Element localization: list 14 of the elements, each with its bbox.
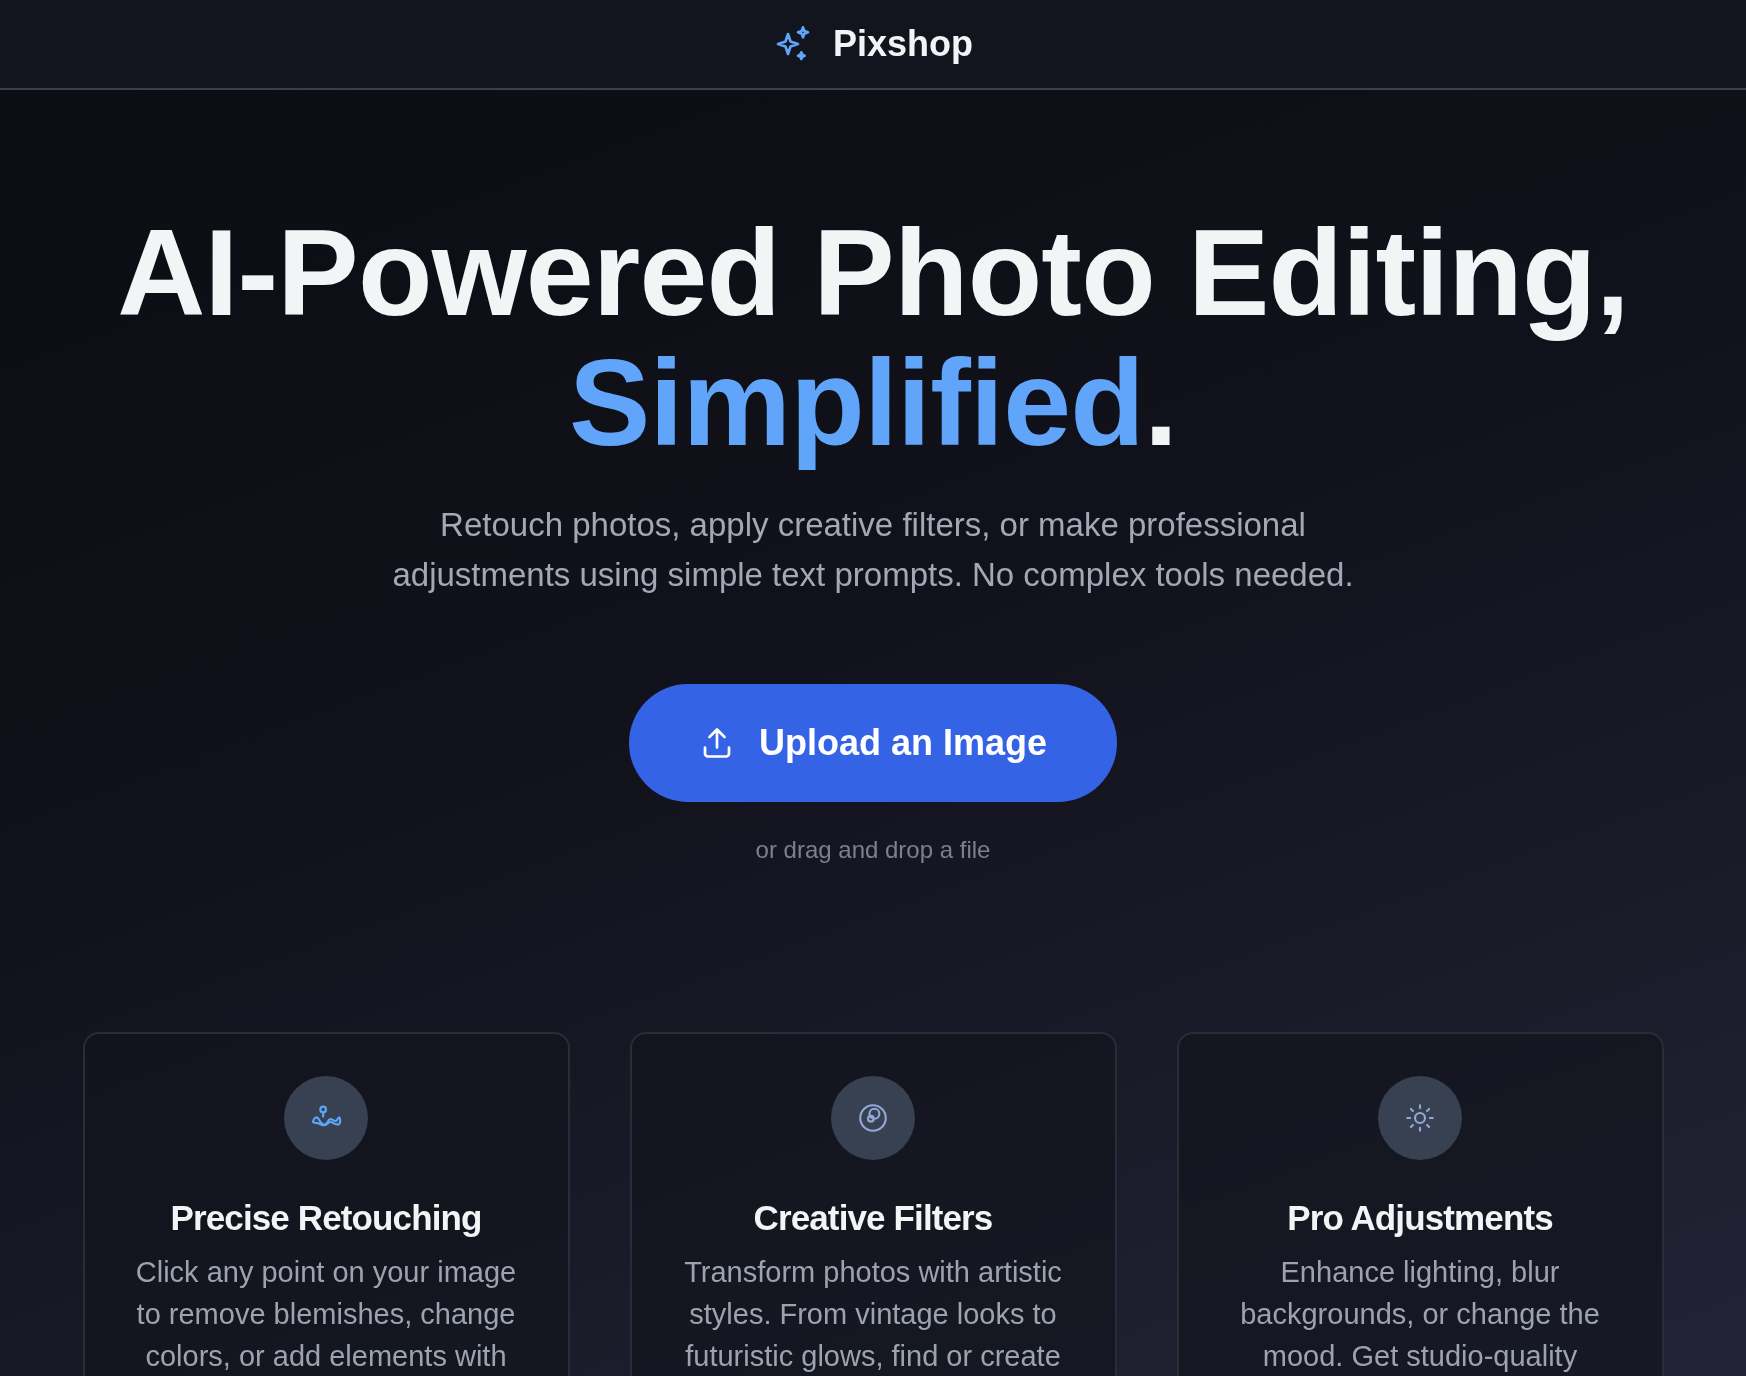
feature-description: Enhance lighting, blur backgrounds, or change the mood. Get studio-quality — [1240, 1254, 1600, 1374]
feature-description: Transform photos with artistic styles. From vintage looks to futuristic glows, find or create — [684, 1254, 1062, 1374]
upload-button[interactable]: Upload an Image — [629, 684, 1117, 802]
headline-highlight: Simplified — [568, 338, 1144, 468]
feature-title: Pro Adjustments — [1287, 1197, 1553, 1239]
palette-icon — [856, 1101, 890, 1135]
feature-description: Click any point on your image to remove blemishes, change colors, or add elements with — [135, 1254, 517, 1374]
brand-name: Pixshop — [833, 22, 973, 66]
sun-icon — [1403, 1101, 1437, 1135]
feature-title: Creative Filters — [753, 1197, 993, 1239]
feature-title: Precise Retouching — [170, 1197, 482, 1239]
headline-period: . — [1143, 338, 1178, 468]
drop-hint: or drag and drop a file — [755, 835, 991, 865]
subtitle: Retouch photos, apply creative filters, or make professional adjustments using simple text prompts. No complex tools needed. — [392, 505, 1354, 595]
